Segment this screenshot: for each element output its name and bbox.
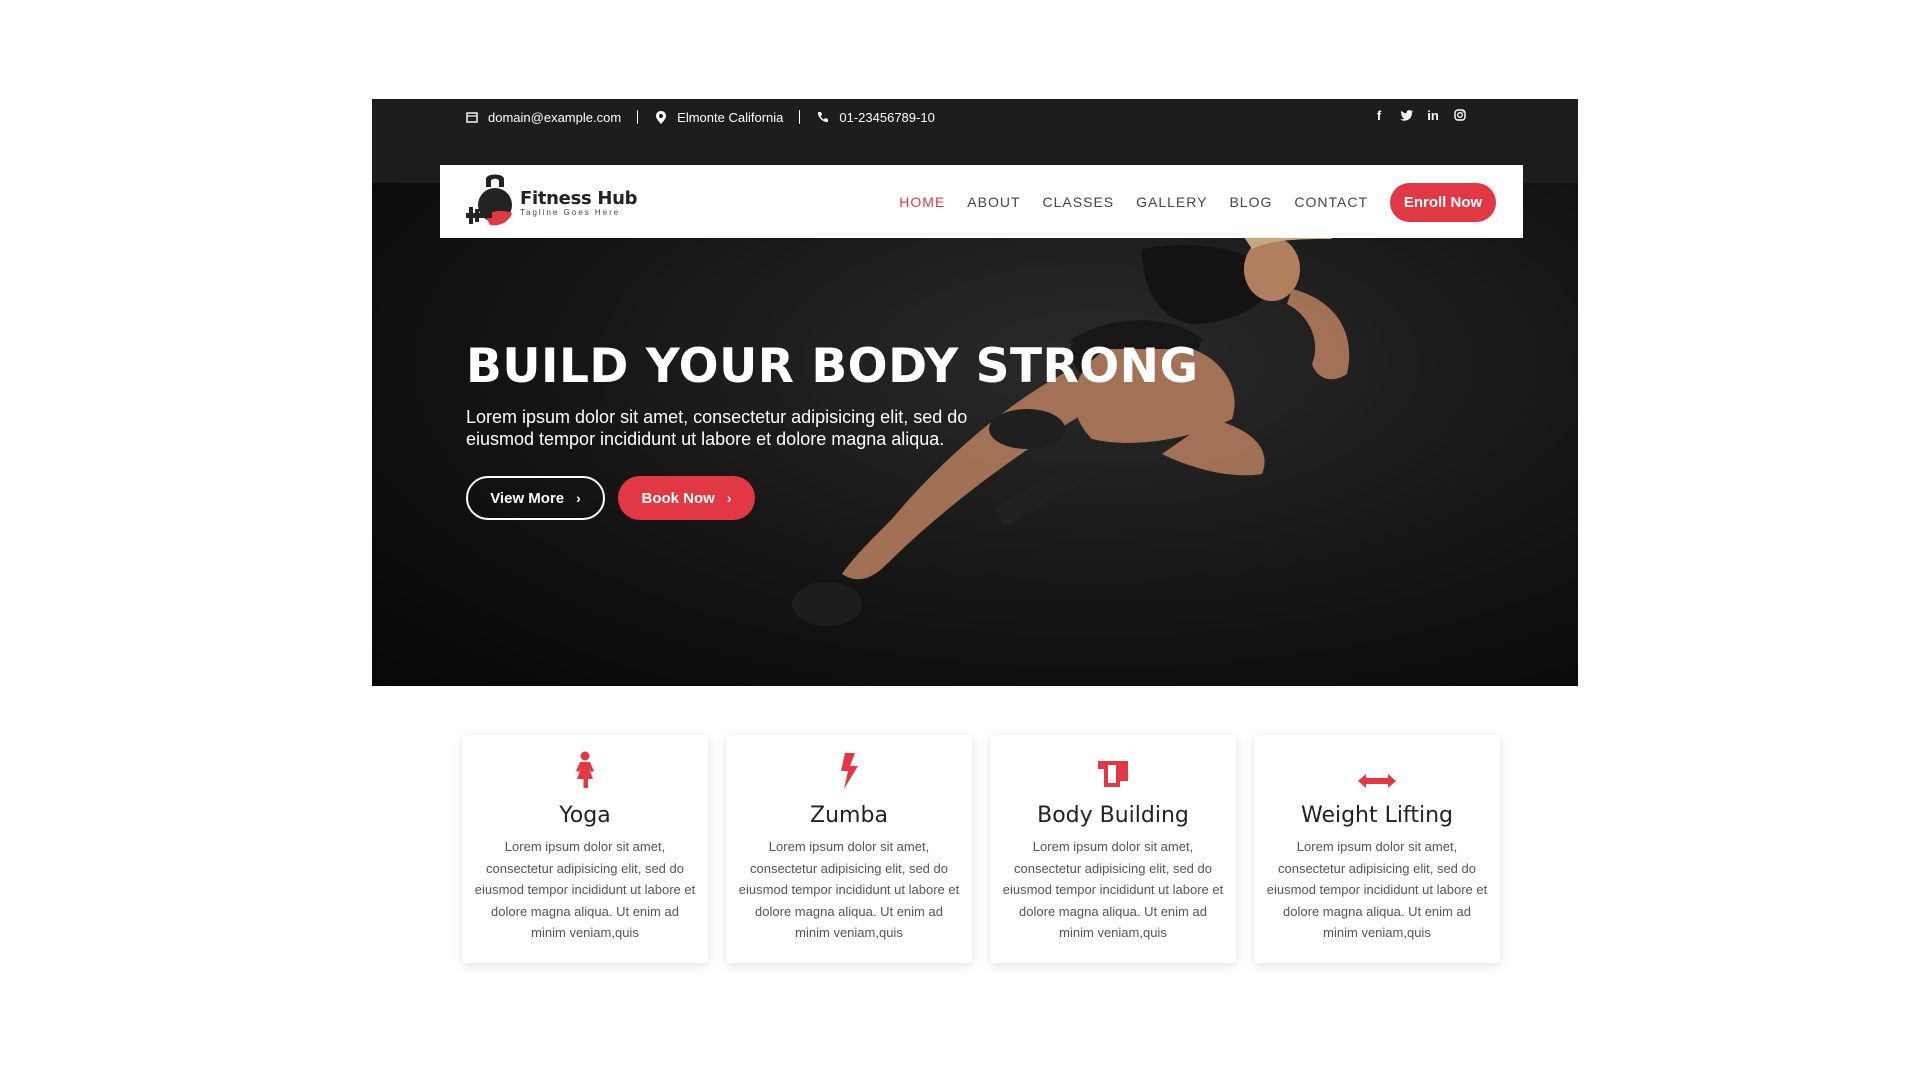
phone-icon	[816, 110, 830, 124]
location-item: Elmonte California	[654, 110, 783, 125]
hero-description: Lorem ipsum dolor sit amet, consectetur …	[466, 407, 968, 449]
hero-title: BUILD YOUR BODY STRONG	[466, 339, 1199, 394]
view-more-label: View More	[490, 489, 565, 507]
card-text: Lorem ipsum dolor sit amet, consectetur …	[474, 839, 696, 940]
book-now-button[interactable]: Book Now ›	[618, 476, 755, 520]
divider	[637, 110, 639, 124]
female-icon	[576, 751, 594, 788]
brand-name: Fitness Hub	[520, 187, 638, 209]
card-title: Zumba	[810, 803, 888, 828]
card-title: Weight Lifting	[1300, 803, 1453, 828]
brand-tagline: Tagline Goes Here	[520, 207, 621, 217]
enroll-now-button[interactable]: Enroll Now	[1390, 183, 1496, 222]
feature-cards: Yoga Lorem ipsum dolor sit amet, consect…	[462, 735, 1500, 963]
email-text: domain@example.com	[488, 109, 622, 125]
card-title: Body Building	[1037, 803, 1189, 828]
linkedin-icon[interactable]: in	[1425, 107, 1441, 123]
calendar-icon	[465, 110, 479, 124]
phone-text: 01-23456789-10	[839, 109, 935, 125]
twitter-icon[interactable]	[1398, 107, 1414, 123]
card-text: Lorem ipsum dolor sit amet, consectetur …	[1002, 839, 1224, 940]
email-item[interactable]: domain@example.com	[465, 110, 621, 125]
nav-blog[interactable]: BLOG	[1229, 194, 1272, 210]
instagram-icon[interactable]	[1452, 107, 1468, 123]
feature-card-weight-lifting[interactable]: Weight Lifting Lorem ipsum dolor sit ame…	[1254, 735, 1500, 963]
arrows-h-icon	[1358, 774, 1396, 788]
divider	[799, 110, 801, 124]
feature-card-body-building[interactable]: Body Building Lorem ipsum dolor sit amet…	[990, 735, 1236, 963]
phone-item[interactable]: 01-23456789-10	[816, 109, 935, 125]
nav-gallery[interactable]: GALLERY	[1136, 194, 1207, 210]
bolt-icon	[841, 753, 858, 789]
social-links: f in	[1371, 107, 1468, 123]
hero-section: domain@example.com Elmonte California 01…	[372, 99, 1578, 686]
location-text: Elmonte California	[677, 109, 784, 125]
feature-card-yoga[interactable]: Yoga Lorem ipsum dolor sit amet, consect…	[462, 735, 708, 963]
chevron-right-icon: ›	[576, 490, 581, 506]
nav-about[interactable]: ABOUT	[967, 194, 1020, 210]
chevron-right-icon: ›	[726, 490, 732, 506]
card-text: Lorem ipsum dolor sit amet, consectetur …	[1266, 839, 1488, 940]
book-now-label: Book Now	[641, 489, 715, 507]
card-text: Lorem ipsum dolor sit amet, consectetur …	[738, 839, 960, 940]
facebook-icon[interactable]: f	[1371, 107, 1387, 123]
mug-icon	[1098, 761, 1128, 787]
map-marker-icon	[654, 110, 668, 124]
card-title: Yoga	[559, 803, 611, 828]
nav-contact[interactable]: CONTACT	[1294, 194, 1368, 210]
main-navbar: Fitness Hub Tagline Goes Here HOME ABOUT…	[440, 165, 1523, 238]
nav-menu: HOME ABOUT CLASSES GALLERY BLOG CONTACT	[899, 165, 1368, 238]
view-more-button[interactable]: View More ›	[466, 476, 605, 520]
nav-home[interactable]: HOME	[899, 194, 945, 210]
feature-card-zumba[interactable]: Zumba Lorem ipsum dolor sit amet, consec…	[726, 735, 972, 963]
kettlebell-logo-icon	[466, 174, 512, 226]
top-bar: domain@example.com Elmonte California 01…	[465, 105, 935, 129]
nav-classes[interactable]: CLASSES	[1043, 194, 1115, 210]
page: domain@example.com Elmonte California 01…	[0, 0, 1920, 1080]
site-logo[interactable]: Fitness Hub Tagline Goes Here	[466, 173, 638, 231]
